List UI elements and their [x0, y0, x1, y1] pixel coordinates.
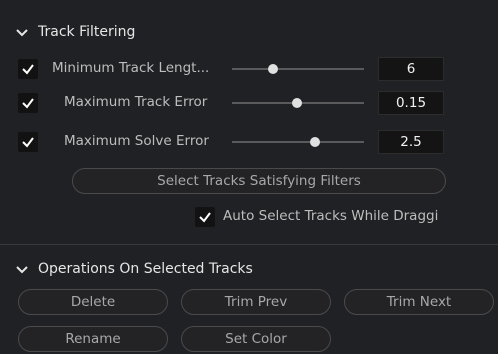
- max-solve-error-value[interactable]: 2.5: [378, 130, 444, 154]
- checkmark-icon: [22, 98, 34, 109]
- auto-select-label: Auto Select Tracks While Draggi: [223, 208, 439, 224]
- set-color-button-label: Set Color: [225, 331, 287, 347]
- select-tracks-button-label: Select Tracks Satisfying Filters: [157, 173, 361, 189]
- chevron-down-icon[interactable]: [14, 24, 30, 40]
- checkmark-icon: [22, 64, 34, 75]
- max-track-error-row: Maximum Track Error 0.15: [0, 88, 498, 118]
- max-track-error-slider-knob[interactable]: [292, 98, 302, 108]
- chevron-down-icon[interactable]: [14, 261, 30, 277]
- trim-prev-button[interactable]: Trim Prev: [181, 289, 331, 315]
- set-color-button[interactable]: Set Color: [181, 326, 331, 352]
- trim-next-button-label: Trim Next: [386, 294, 452, 310]
- auto-select-checkbox[interactable]: [195, 207, 215, 227]
- min-track-length-value-text: 6: [406, 61, 416, 77]
- section-divider: [0, 244, 498, 245]
- min-track-length-slider[interactable]: [232, 68, 364, 70]
- min-track-length-label: Minimum Track Lengt...: [52, 60, 210, 76]
- rename-button[interactable]: Rename: [18, 326, 168, 352]
- select-tracks-button[interactable]: Select Tracks Satisfying Filters: [72, 168, 446, 194]
- max-track-error-value[interactable]: 0.15: [378, 91, 444, 115]
- track-filtering-header[interactable]: Track Filtering: [0, 18, 135, 46]
- checkmark-icon: [199, 212, 211, 223]
- min-track-length-value[interactable]: 6: [378, 57, 444, 81]
- max-track-error-checkbox[interactable]: [18, 93, 38, 113]
- max-solve-error-slider-knob[interactable]: [310, 137, 320, 147]
- section-title: Track Filtering: [38, 24, 136, 40]
- operations-header[interactable]: Operations On Selected Tracks: [0, 255, 253, 283]
- max-solve-error-label: Maximum Solve Error: [64, 133, 209, 149]
- rename-button-label: Rename: [65, 331, 121, 347]
- max-track-error-label: Maximum Track Error: [64, 94, 208, 110]
- max-solve-error-value-text: 2.5: [400, 134, 422, 150]
- section-title: Operations On Selected Tracks: [38, 261, 253, 277]
- trim-prev-button-label: Trim Prev: [224, 294, 288, 310]
- max-solve-error-slider[interactable]: [232, 141, 364, 143]
- trim-next-button[interactable]: Trim Next: [344, 289, 494, 315]
- checkmark-icon: [22, 137, 34, 148]
- track-filtering-panel: Track Filtering Minimum Track Lengt... 6…: [0, 0, 498, 354]
- delete-button[interactable]: Delete: [18, 289, 168, 315]
- max-track-error-value-text: 0.15: [395, 95, 427, 111]
- max-solve-error-row: Maximum Solve Error 2.5: [0, 127, 498, 157]
- min-track-length-checkbox[interactable]: [18, 59, 38, 79]
- min-track-length-row: Minimum Track Lengt... 6: [0, 54, 498, 84]
- delete-button-label: Delete: [70, 294, 116, 310]
- min-track-length-slider-knob[interactable]: [268, 64, 278, 74]
- max-solve-error-checkbox[interactable]: [18, 132, 38, 152]
